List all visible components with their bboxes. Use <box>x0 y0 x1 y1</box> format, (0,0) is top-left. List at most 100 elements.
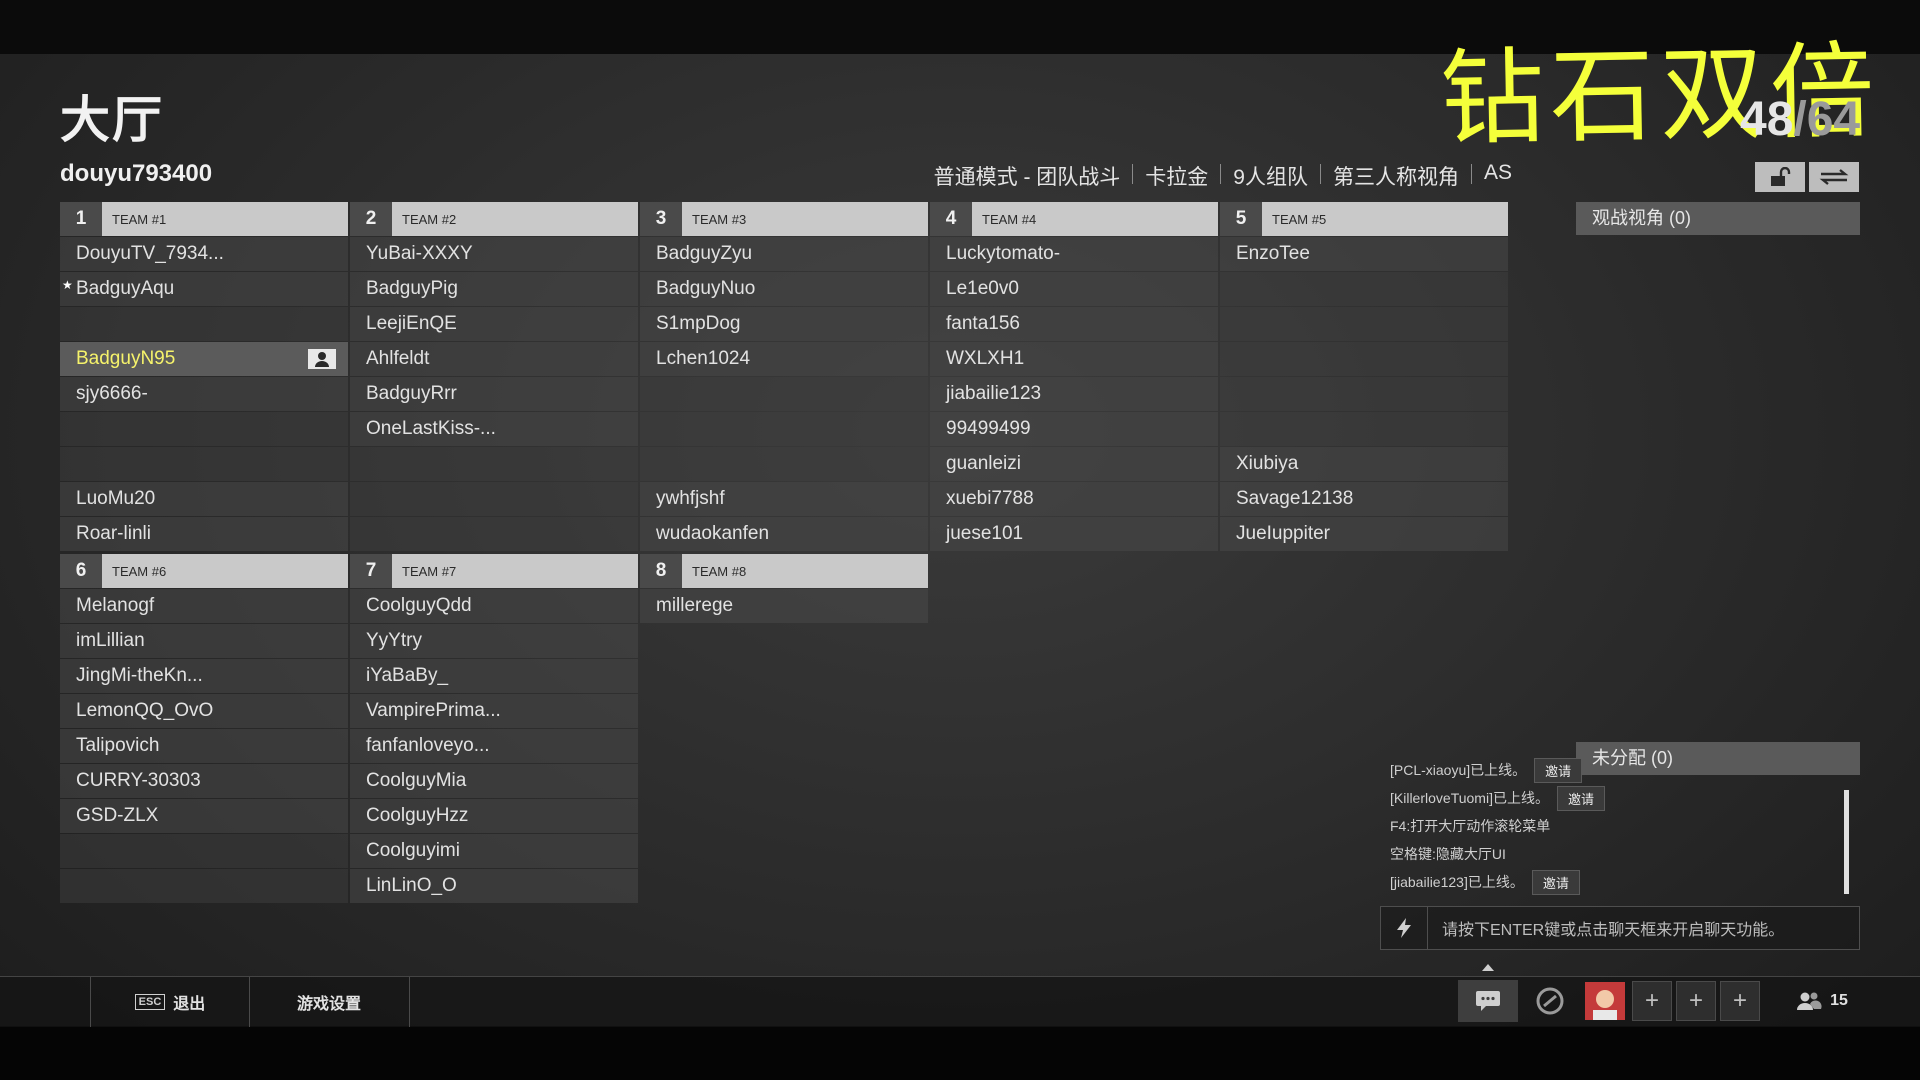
empty-slot[interactable] <box>350 447 638 481</box>
player-slot[interactable]: Coolguyimi <box>350 834 638 868</box>
team-header[interactable]: 4 TEAM #4 <box>930 202 1218 236</box>
player-slot[interactable]: xuebi7788 <box>930 482 1218 516</box>
player-slot[interactable]: EnzoTee <box>1220 237 1508 271</box>
player-name: fanta156 <box>946 313 1020 334</box>
player-slot[interactable]: wudaokanfen <box>640 517 928 551</box>
player-slot[interactable]: fanta156 <box>930 307 1218 341</box>
player-slot[interactable]: Savage12138 <box>1220 482 1508 516</box>
party-slot-button[interactable]: + <box>1720 980 1760 1022</box>
player-slot[interactable]: sjy6666- <box>60 377 348 411</box>
player-slot[interactable]: juese101 <box>930 517 1218 551</box>
invite-button[interactable]: 邀请 <box>1534 757 1583 783</box>
invite-button[interactable]: 邀请 <box>1556 785 1605 811</box>
team-header[interactable]: 1 TEAM #1 <box>60 202 348 236</box>
player-slot[interactable]: LinLinO_O <box>350 869 638 903</box>
empty-slot[interactable] <box>1220 342 1508 376</box>
empty-slot[interactable] <box>1220 272 1508 306</box>
party-slot-button[interactable]: + <box>1632 980 1672 1022</box>
mode-squad: 9人组队 <box>1233 166 1308 189</box>
friends-button[interactable]: 15 <box>1782 980 1862 1022</box>
player-slot[interactable]: CoolguyMia <box>350 764 638 798</box>
player-slot[interactable]: BadguyNuo <box>640 272 928 306</box>
player-slot[interactable]: GSD-ZLX <box>60 799 348 833</box>
player-slot[interactable]: BadguyN95 <box>60 342 348 376</box>
team-name: TEAM #4 <box>982 211 1037 227</box>
player-name: BadguyAqu <box>76 278 175 299</box>
empty-slot[interactable] <box>60 834 348 868</box>
player-slot[interactable]: S1mpDog <box>640 307 928 341</box>
team-header[interactable]: 3 TEAM #3 <box>640 202 928 236</box>
player-slot[interactable]: BadguyPig <box>350 272 638 306</box>
player-slot[interactable]: BadguyZyu <box>640 237 928 271</box>
team-header[interactable]: 7 TEAM #7 <box>350 554 638 588</box>
player-slot[interactable]: DouyuTV_7934... <box>60 237 348 271</box>
team-header[interactable]: 5 TEAM #5 <box>1220 202 1508 236</box>
player-slot[interactable]: LeejiEnQE <box>350 307 638 341</box>
player-slot[interactable]: VampirePrima... <box>350 694 638 728</box>
team-header[interactable]: 6 TEAM #6 <box>60 554 348 588</box>
player-slot[interactable]: CoolguyHzz <box>350 799 638 833</box>
empty-slot[interactable] <box>350 517 638 551</box>
game-settings-button[interactable]: 游戏设置 <box>249 977 410 1027</box>
player-slot[interactable]: Ahlfeldt <box>350 342 638 376</box>
spectator-slot[interactable]: 观战视角 (0) <box>1576 202 1860 235</box>
player-slot[interactable]: guanleizi <box>930 447 1218 481</box>
empty-slot[interactable] <box>60 307 348 341</box>
player-slot[interactable]: JingMi-theKn... <box>60 659 348 693</box>
player-slot[interactable]: LuoMu20 <box>60 482 348 516</box>
player-name: BadguyNuo <box>656 278 756 299</box>
emblem-icon <box>1536 987 1564 1015</box>
team-name: TEAM #6 <box>112 563 167 579</box>
swap-button[interactable] <box>1809 162 1859 192</box>
empty-slot[interactable] <box>1220 307 1508 341</box>
empty-slot[interactable] <box>1220 412 1508 446</box>
player-slot[interactable]: Le1e0v0 <box>930 272 1218 306</box>
lock-button[interactable] <box>1755 162 1805 192</box>
player-slot[interactable]: ywhfjshf <box>640 482 928 516</box>
empty-slot[interactable] <box>1220 377 1508 411</box>
chat-toggle-button[interactable] <box>1458 980 1518 1022</box>
empty-slot[interactable] <box>60 412 348 446</box>
player-slot[interactable]: 99499499 <box>930 412 1218 446</box>
player-slot[interactable]: Lchen1024 <box>640 342 928 376</box>
person-icon[interactable] <box>308 349 336 369</box>
player-slot[interactable]: fanfanloveyo... <box>350 729 638 763</box>
player-slot[interactable]: Roar-linli <box>60 517 348 551</box>
player-slot[interactable]: Talipovich <box>60 729 348 763</box>
player-name: Savage12138 <box>1236 488 1354 509</box>
player-slot[interactable]: CURRY-30303 <box>60 764 348 798</box>
invite-button[interactable]: 邀请 <box>1531 869 1580 895</box>
empty-slot[interactable] <box>640 377 928 411</box>
player-slot[interactable]: BadguyRrr <box>350 377 638 411</box>
team-header[interactable]: 8 TEAM #8 <box>640 554 928 588</box>
player-slot[interactable]: imLillian <box>60 624 348 658</box>
exit-button[interactable]: ESC 退出 <box>90 977 250 1027</box>
chat-scrollbar[interactable] <box>1844 790 1849 894</box>
player-slot[interactable]: Luckytomato- <box>930 237 1218 271</box>
player-slot[interactable]: ★ BadguyAqu <box>60 272 348 306</box>
empty-slot[interactable] <box>640 447 928 481</box>
avatar[interactable] <box>1584 980 1626 1022</box>
team-header[interactable]: 2 TEAM #2 <box>350 202 638 236</box>
player-slot[interactable]: LemonQQ_OvO <box>60 694 348 728</box>
player-slot[interactable]: WXLXH1 <box>930 342 1218 376</box>
chat-expand-icon[interactable] <box>1482 964 1494 971</box>
star-icon: ★ <box>62 278 73 292</box>
party-slot-button[interactable]: + <box>1676 980 1716 1022</box>
player-slot[interactable]: CoolguyQdd <box>350 589 638 623</box>
player-slot[interactable]: JueIuppiter <box>1220 517 1508 551</box>
empty-slot[interactable] <box>60 869 348 903</box>
player-slot[interactable]: YuBai-XXXY <box>350 237 638 271</box>
player-slot[interactable]: millerege <box>640 589 928 623</box>
player-slot[interactable]: Melanogf <box>60 589 348 623</box>
player-slot[interactable]: Xiubiya <box>1220 447 1508 481</box>
empty-slot[interactable] <box>640 412 928 446</box>
empty-slot[interactable] <box>60 447 348 481</box>
player-slot[interactable]: jiabailie123 <box>930 377 1218 411</box>
chat-input[interactable]: 请按下ENTER键或点击聊天框来开启聊天功能。 <box>1380 906 1860 950</box>
player-slot[interactable]: YyYtry <box>350 624 638 658</box>
player-slot[interactable]: iYaBaBy_ <box>350 659 638 693</box>
player-slot[interactable]: OneLastKiss-... <box>350 412 638 446</box>
empty-slot[interactable] <box>350 482 638 516</box>
emblem-button[interactable] <box>1530 980 1570 1022</box>
